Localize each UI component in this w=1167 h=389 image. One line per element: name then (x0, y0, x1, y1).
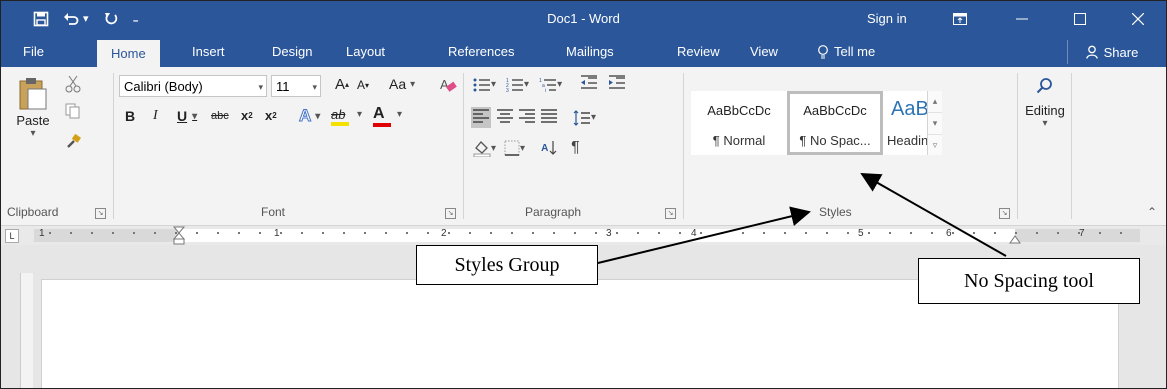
callout-no-spacing-tool: No Spacing tool (918, 258, 1140, 304)
annotation-arrows (597, 173, 1007, 264)
callout-styles-group: Styles Group (416, 245, 598, 285)
no-spacing-arrow (860, 173, 1007, 257)
styles-group-arrow (597, 206, 811, 264)
